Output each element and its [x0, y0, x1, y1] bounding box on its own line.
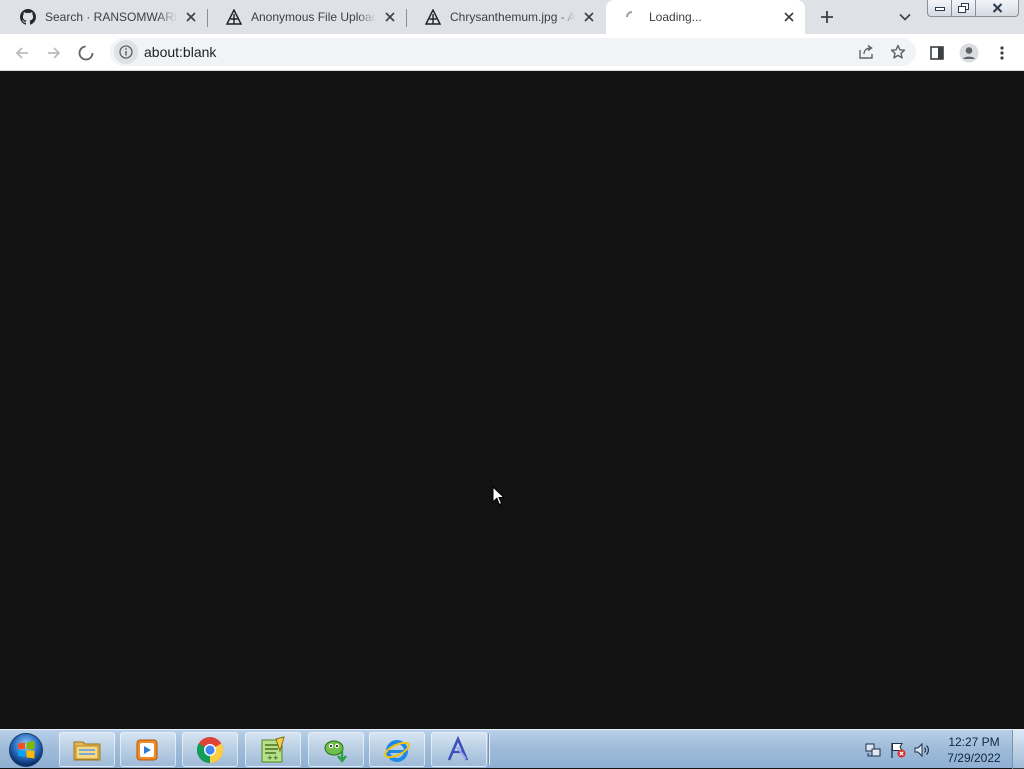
- close-icon[interactable]: [181, 7, 201, 27]
- share-icon: [859, 44, 873, 59]
- windows-logo-icon: [9, 733, 43, 767]
- tab-loading[interactable]: Loading...: [606, 0, 805, 34]
- restore-button[interactable]: [952, 0, 976, 17]
- profile-icon: [959, 43, 979, 63]
- page-content: [0, 71, 1024, 729]
- internet-explorer-icon: [384, 739, 410, 762]
- clock-time: 12:27 PM: [948, 735, 1000, 749]
- app-icon: [447, 735, 469, 761]
- svg-text:++: ++: [267, 754, 279, 762]
- menu-button[interactable]: [989, 40, 1015, 66]
- anonfiles-icon: [226, 9, 242, 25]
- volume-icon[interactable]: [913, 741, 931, 759]
- tab-title: Search · RANSOMWARE F: [45, 10, 177, 24]
- chrome-icon: [196, 736, 224, 763]
- stop-loading-button[interactable]: [73, 40, 99, 66]
- mouse-cursor-icon: [492, 485, 506, 509]
- loading-spinner-icon: [78, 45, 94, 61]
- file-explorer-icon: [73, 741, 101, 760]
- download-app-icon: [324, 740, 347, 763]
- side-panel-icon: [930, 46, 944, 60]
- taskbar-internet-explorer[interactable]: [369, 732, 425, 767]
- taskbar-notepad-plus-plus[interactable]: ++: [245, 732, 301, 767]
- close-window-button[interactable]: [976, 0, 1019, 17]
- new-tab-button[interactable]: [814, 5, 840, 29]
- taskbar-app[interactable]: [431, 732, 487, 767]
- taskbar-media-player[interactable]: [120, 732, 176, 767]
- site-info-icon[interactable]: [114, 40, 138, 64]
- star-icon: [890, 44, 906, 59]
- close-icon[interactable]: [380, 7, 400, 27]
- clock-date: 7/29/2022: [947, 751, 1001, 765]
- close-icon[interactable]: [579, 7, 599, 27]
- arrow-right-icon: [48, 47, 61, 59]
- show-desktop-button[interactable]: [1012, 730, 1024, 769]
- back-button[interactable]: [9, 40, 35, 66]
- github-icon: [20, 9, 36, 25]
- tab-title: Loading...: [649, 10, 702, 24]
- media-player-icon: [136, 739, 158, 760]
- tab-title: Anonymous File Upload -: [251, 10, 376, 24]
- taskbar-file-explorer[interactable]: [59, 732, 115, 767]
- window-controls: [927, 0, 1019, 18]
- start-button[interactable]: [6, 731, 46, 769]
- forward-button[interactable]: [41, 40, 67, 66]
- browser-toolbar: about:blank: [0, 34, 1024, 71]
- side-panel-button[interactable]: [924, 40, 950, 66]
- tab-title: Chrysanthemum.jpg - An: [450, 10, 575, 24]
- share-button[interactable]: [854, 40, 878, 64]
- minimize-button[interactable]: [927, 0, 952, 17]
- profile-button[interactable]: [956, 40, 982, 66]
- system-clock[interactable]: 12:27 PM 7/29/2022: [940, 734, 1008, 766]
- taskbar: ++ 12:27 PM 7/29/2022: [0, 729, 1024, 769]
- taskbar-download-app[interactable]: [308, 732, 364, 767]
- more-vert-icon: [1000, 46, 1004, 60]
- network-icon[interactable]: [865, 741, 883, 759]
- url-text: about:blank: [144, 44, 217, 60]
- taskbar-chrome[interactable]: [182, 732, 238, 767]
- tab-anonymous-file-upload[interactable]: Anonymous File Upload -: [208, 0, 406, 34]
- minimize-icon: [934, 7, 945, 11]
- arrow-left-icon: [15, 47, 28, 59]
- notepad-plus-plus-icon: ++: [261, 735, 285, 762]
- tab-chrysanthemum[interactable]: Chrysanthemum.jpg - An: [407, 0, 605, 34]
- tab-github-search[interactable]: Search · RANSOMWARE F: [2, 0, 207, 34]
- bookmark-button[interactable]: [886, 40, 910, 64]
- loading-spinner-icon: [624, 9, 640, 25]
- chevron-down-icon: [899, 13, 911, 21]
- action-center-flag-icon[interactable]: [889, 741, 907, 759]
- address-bar[interactable]: about:blank: [110, 38, 916, 66]
- anonfiles-icon: [425, 9, 441, 25]
- tab-search-button[interactable]: [893, 6, 917, 28]
- taskbar-separator: [488, 734, 490, 765]
- plus-icon: [821, 11, 833, 23]
- close-icon[interactable]: [779, 7, 799, 27]
- restore-icon: [958, 3, 969, 13]
- tab-strip: Search · RANSOMWARE F Anonymous File Upl…: [0, 0, 1024, 34]
- close-icon: [992, 3, 1002, 13]
